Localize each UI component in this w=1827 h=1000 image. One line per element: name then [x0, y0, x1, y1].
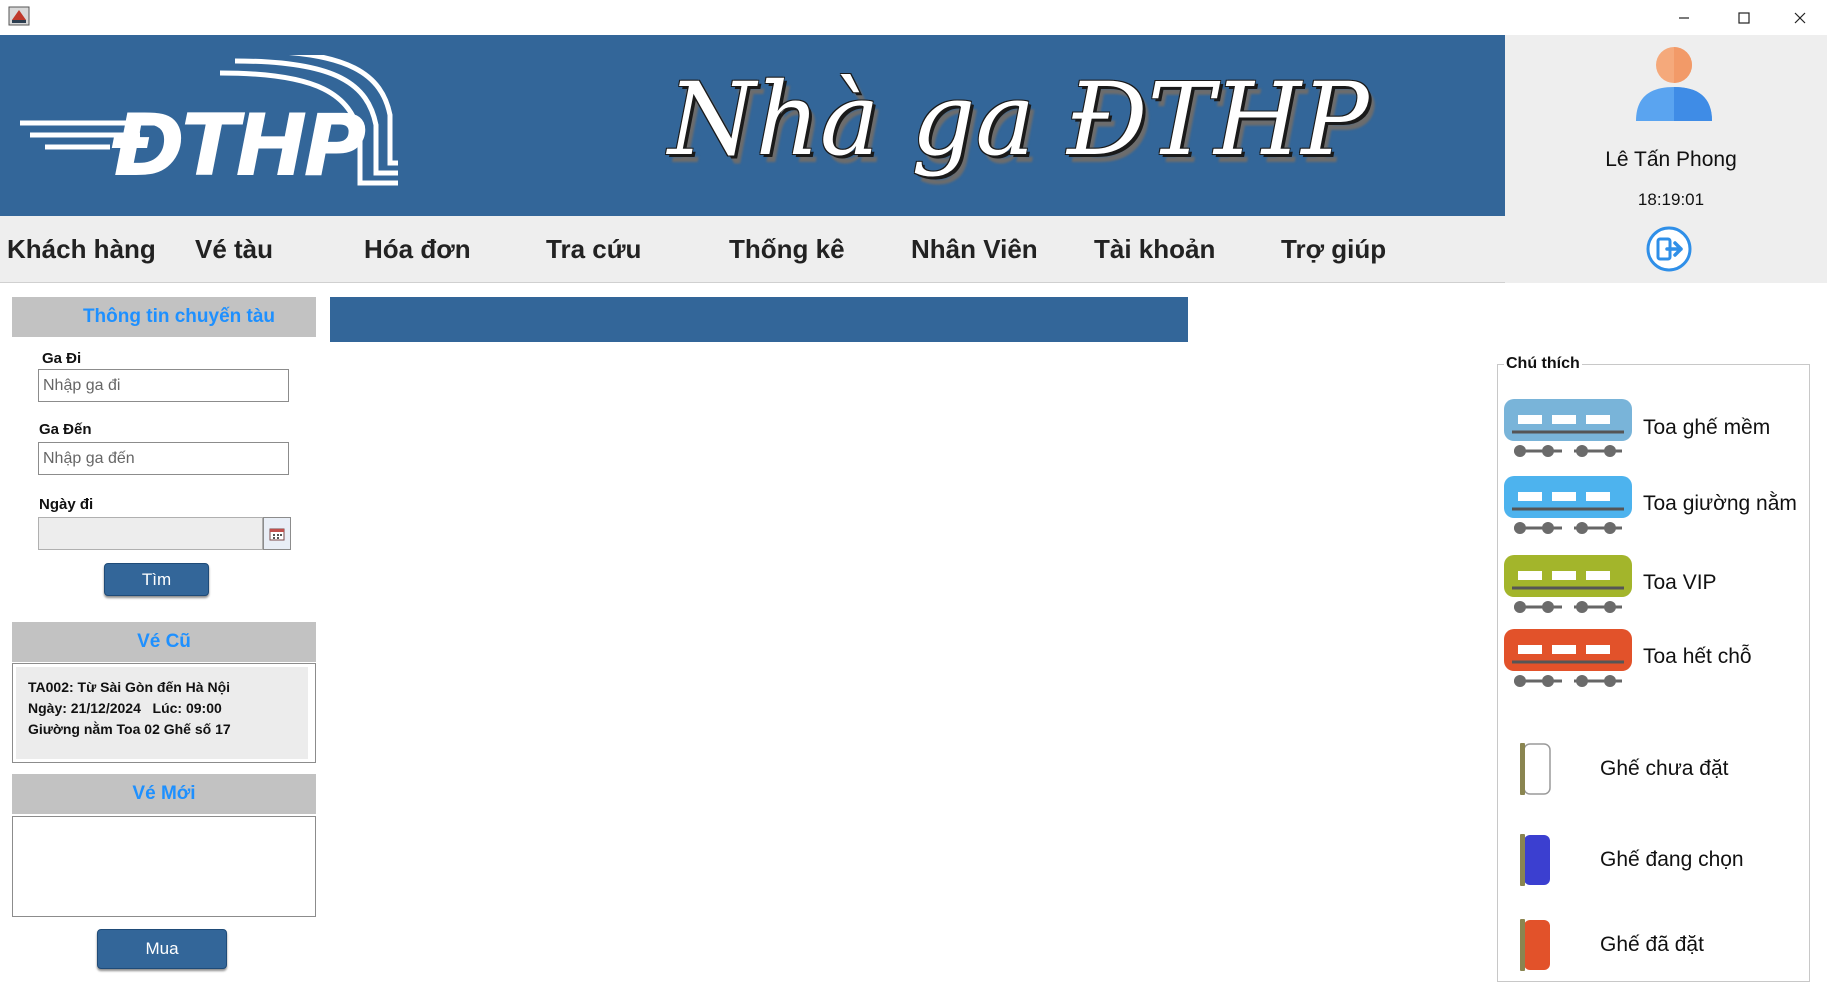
old-ticket-route: TA002: Từ Sài Gòn đến Hà Nội: [28, 679, 231, 695]
menu-ve-tau[interactable]: Vé tàu: [195, 216, 273, 283]
booked-seat-label: Ghế đã đặt: [1600, 933, 1704, 956]
buy-button[interactable]: Mua: [97, 929, 227, 969]
calendar-icon[interactable]: [263, 517, 291, 550]
soft-seat-coach-icon: [1504, 399, 1632, 457]
available-seat-label: Ghế chưa đặt: [1600, 757, 1729, 780]
to-station-input[interactable]: [38, 442, 289, 475]
menu-tai-khoan[interactable]: Tài khoản: [1094, 216, 1215, 283]
from-station-input[interactable]: [38, 369, 289, 402]
vip-coach-label: Toa VIP: [1643, 571, 1717, 594]
maximize-icon[interactable]: [1716, 0, 1771, 35]
selecting-seat-label: Ghế đang chọn: [1600, 848, 1744, 871]
vip-coach-icon: [1504, 555, 1632, 613]
menu-tra-cuu[interactable]: Tra cứu: [546, 216, 641, 283]
logo-text: ĐTHP: [112, 96, 366, 196]
from-station-label: Ga Đi: [42, 350, 82, 367]
close-icon[interactable]: [1772, 0, 1827, 35]
to-station-label: Ga Đến: [39, 421, 92, 438]
search-button[interactable]: Tìm: [104, 563, 209, 596]
sleeper-coach-icon: [1504, 476, 1632, 534]
user-panel: Lê Tấn Phong 18:19:01: [1505, 35, 1827, 283]
user-name: Lê Tấn Phong: [1605, 148, 1737, 171]
old-ticket-seat: Giường nằm Toa 02 Ghế số 17: [28, 721, 231, 737]
old-ticket-item[interactable]: TA002: Từ Sài Gòn đến Hà Nội Ngày: 21/12…: [16, 667, 308, 759]
station-title: Nhà ga ĐTHP: [668, 61, 1369, 178]
new-tickets-list: [12, 816, 316, 917]
menu-tro-giup[interactable]: Trợ giúp: [1281, 216, 1386, 283]
available-seat-icon: [1520, 743, 1551, 795]
menu-hoa-don[interactable]: Hóa đơn: [364, 216, 471, 283]
main-menu-bar: Khách hàng Vé tàu Hóa đơn Tra cứu Thống …: [0, 216, 1505, 283]
java-app-icon: [8, 6, 30, 26]
old-ticket-datetime: Ngày: 21/12/2024 Lúc: 09:00: [28, 700, 222, 716]
logout-icon[interactable]: [1645, 225, 1693, 273]
header-banner: ĐTHP Nhà ga ĐTHP: [0, 35, 1505, 216]
minimize-icon[interactable]: [1656, 0, 1711, 35]
old-tickets-list: TA002: Từ Sài Gòn đến Hà Nội Ngày: 21/12…: [12, 663, 316, 763]
dthp-logo: ĐTHP: [20, 48, 400, 196]
menu-khach-hang[interactable]: Khách hàng: [7, 216, 156, 283]
clock-time: 18:19:01: [1637, 190, 1705, 209]
selecting-seat-icon: [1520, 834, 1550, 886]
trip-info-header: Thông tin chuyến tàu: [12, 297, 316, 337]
departure-date-field[interactable]: [38, 517, 263, 550]
legend-title: Chú thích: [1504, 355, 1582, 373]
menu-nhan-vien[interactable]: Nhân Viên: [911, 216, 1038, 283]
train-selection-bar: [330, 297, 1188, 342]
full-coach-label: Toa hết chỗ: [1643, 645, 1752, 668]
soft-seat-coach-label: Toa ghế mềm: [1643, 416, 1771, 439]
full-coach-icon: [1504, 629, 1632, 687]
new-tickets-header: Vé Mới: [12, 774, 316, 814]
user-avatar-icon: [1636, 47, 1712, 121]
menu-thong-ke[interactable]: Thống kê: [729, 216, 845, 283]
old-tickets-header: Vé Cũ: [12, 622, 316, 662]
booked-seat-icon: [1520, 919, 1550, 971]
sleeper-coach-label: Toa giường nằm: [1643, 492, 1797, 515]
departure-date-label: Ngày đi: [39, 496, 94, 513]
window-titlebar: [0, 0, 1827, 35]
